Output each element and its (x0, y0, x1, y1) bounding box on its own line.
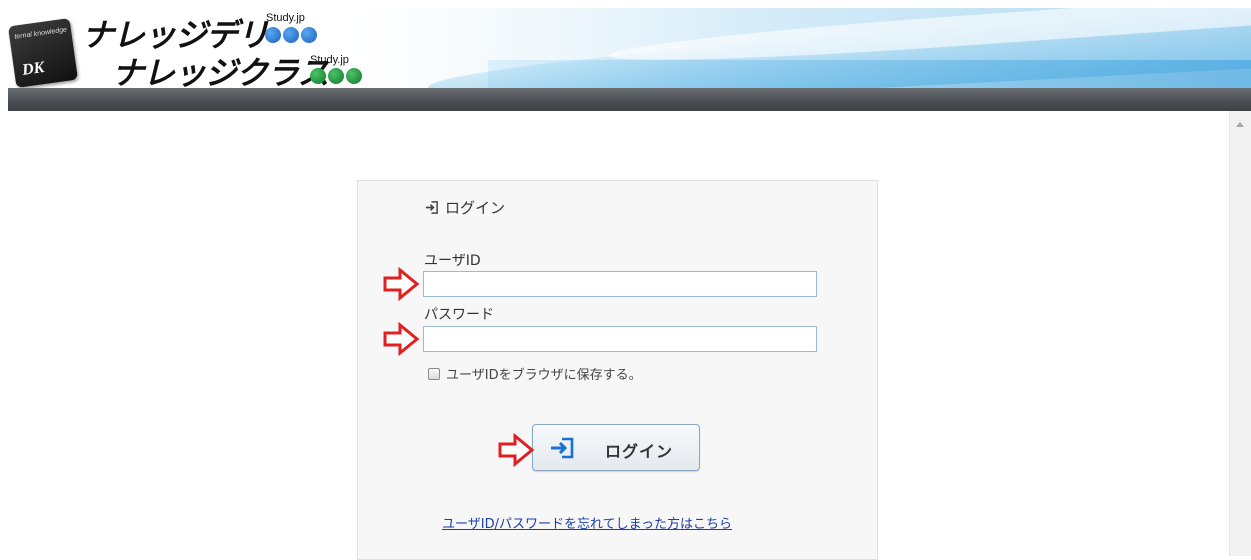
sign-in-icon (425, 201, 438, 214)
password-label: パスワード (424, 307, 494, 323)
study-tag: Study.jp (266, 12, 305, 24)
remember-label: ユーザIDをブラウザに保存する。 (446, 368, 642, 383)
password-input[interactable] (423, 326, 817, 352)
study-tag: Study.jp (310, 54, 349, 66)
login-button-label: ログイン (605, 442, 674, 461)
forgot-credentials-link[interactable]: ユーザID/パスワードを忘れてしまった方はこちら (442, 513, 732, 532)
site-logo: ternal knowledge DK (8, 17, 79, 88)
login-title-text: ログイン (445, 199, 506, 217)
vertical-scrollbar[interactable] (1229, 111, 1251, 556)
login-title: ログイン (424, 197, 505, 218)
sign-in-icon (551, 437, 574, 459)
logo-mark: DK (21, 59, 46, 79)
user-id-input[interactable] (423, 271, 817, 297)
login-button[interactable]: ログイン (532, 424, 700, 471)
user-id-label: ユーザID (424, 253, 481, 269)
red-arrow-icon (383, 322, 420, 356)
remember-user-id[interactable]: ユーザIDをブラウザに保存する。 (428, 364, 642, 383)
blue-dots-icon (265, 27, 317, 43)
logo-small-text: ternal knowledge (14, 26, 68, 41)
red-arrow-icon (383, 267, 420, 301)
remember-checkbox[interactable] (428, 367, 440, 380)
brand-secondary: ナレッジクラス (112, 54, 329, 88)
header-bar (8, 88, 1251, 111)
site-header: ternal knowledge DK ナレッジデリ Study.jp ナレッジ… (8, 8, 1251, 88)
red-arrow-icon (498, 433, 535, 467)
scroll-up-arrow-icon[interactable] (1236, 122, 1244, 127)
green-dots-icon (310, 68, 362, 84)
header-swoosh (488, 60, 1251, 88)
